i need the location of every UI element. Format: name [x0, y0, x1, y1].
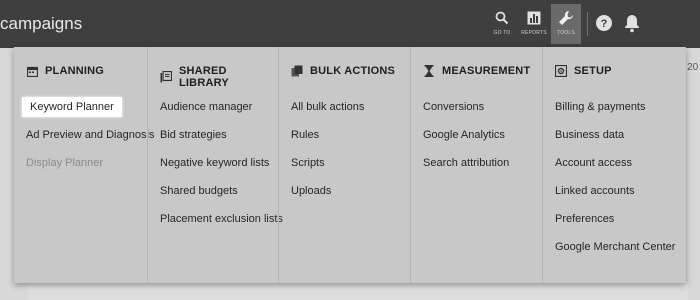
menu-item-preferences[interactable]: Preferences — [543, 205, 686, 233]
menu-item-all-bulk-actions[interactable]: All bulk actions — [279, 93, 410, 121]
wrench-icon — [551, 6, 581, 30]
top-bar: campaigns GO TO REPORTS TOOLS ? — [0, 0, 700, 48]
column-header-label: MEASUREMENT — [442, 65, 531, 77]
menu-column-shared-library: SHARED LIBRARY Audience manager Bid stra… — [147, 47, 283, 283]
bar-chart-icon — [518, 6, 550, 30]
goto-button[interactable]: GO TO — [486, 6, 518, 42]
menu-column-planning: PLANNING Keyword Planner Ad Preview and … — [14, 47, 154, 283]
column-header-label: SETUP — [574, 65, 612, 77]
menu-item-search-attribution[interactable]: Search attribution — [411, 149, 542, 177]
menu-items: Conversions Google Analytics Search attr… — [411, 93, 542, 177]
menu-column-bulk-actions: BULK ACTIONS All bulk actions Rules Scri… — [278, 47, 410, 283]
column-header-label: BULK ACTIONS — [310, 65, 396, 77]
reports-label: REPORTS — [521, 30, 547, 36]
menu-item-rules[interactable]: Rules — [279, 121, 410, 149]
reports-button[interactable]: REPORTS — [518, 6, 550, 42]
menu-item-account-access[interactable]: Account access — [543, 149, 686, 177]
column-header-label: PLANNING — [45, 65, 105, 77]
menu-column-setup: SETUP Billing & payments Business data A… — [542, 47, 686, 283]
menu-item-negative-keyword-lists[interactable]: Negative keyword lists — [148, 149, 278, 177]
goto-label: GO TO — [493, 30, 511, 36]
menu-item-linked-accounts[interactable]: Linked accounts — [543, 177, 686, 205]
column-header: MEASUREMENT — [423, 65, 530, 77]
menu-item-ad-preview[interactable]: Ad Preview and Diagnosis — [14, 121, 154, 149]
column-header-label: SHARED LIBRARY — [179, 65, 229, 89]
toolbar-divider — [587, 12, 588, 36]
menu-item-google-analytics[interactable]: Google Analytics — [411, 121, 542, 149]
menu-item-conversions[interactable]: Conversions — [411, 93, 542, 121]
background-card — [28, 280, 688, 300]
menu-item-display-planner: Display Planner — [26, 157, 104, 169]
column-header: SETUP — [555, 65, 612, 77]
tools-button[interactable]: TOOLS — [551, 4, 581, 44]
menu-item-google-merchant-center[interactable]: Google Merchant Center — [543, 233, 686, 261]
menu-item-audience-manager[interactable]: Audience manager — [148, 93, 278, 121]
menu-item-keyword-planner[interactable]: Keyword Planner — [14, 93, 147, 121]
hourglass-icon — [423, 65, 435, 77]
bell-icon[interactable] — [624, 13, 644, 35]
settings-box-icon — [555, 65, 567, 77]
library-icon — [160, 71, 172, 83]
page-title: campaigns — [0, 14, 83, 33]
menu-items: Audience manager Bid strategies Negative… — [148, 93, 283, 233]
help-icon[interactable]: ? — [595, 14, 615, 34]
copy-icon — [291, 65, 303, 77]
menu-item-uploads[interactable]: Uploads — [279, 177, 410, 205]
column-header: SHARED LIBRARY — [160, 65, 278, 89]
column-header: BULK ACTIONS — [291, 65, 395, 77]
menu-item-business-data[interactable]: Business data — [543, 121, 686, 149]
menu-items: Billing & payments Business data Account… — [543, 93, 686, 261]
svg-text:?: ? — [601, 18, 608, 30]
calendar-icon — [26, 65, 38, 77]
menu-items: Keyword Planner Ad Preview and Diagnosis… — [14, 93, 154, 177]
menu-item-placement-exclusion-lists[interactable]: Placement exclusion lists — [148, 205, 283, 233]
menu-item-shared-budgets[interactable]: Shared budgets — [148, 177, 278, 205]
search-icon — [486, 6, 518, 30]
menu-item-bid-strategies[interactable]: Bid strategies — [148, 121, 278, 149]
menu-item-scripts[interactable]: Scripts — [279, 149, 410, 177]
menu-column-measurement: MEASUREMENT Conversions Google Analytics… — [410, 47, 542, 283]
tools-menu: PLANNING Keyword Planner Ad Preview and … — [14, 47, 686, 283]
menu-item-billing-payments[interactable]: Billing & payments — [543, 93, 686, 121]
menu-items: All bulk actions Rules Scripts Uploads — [279, 93, 410, 205]
tools-label: TOOLS — [557, 30, 575, 36]
column-header: PLANNING — [26, 65, 104, 77]
